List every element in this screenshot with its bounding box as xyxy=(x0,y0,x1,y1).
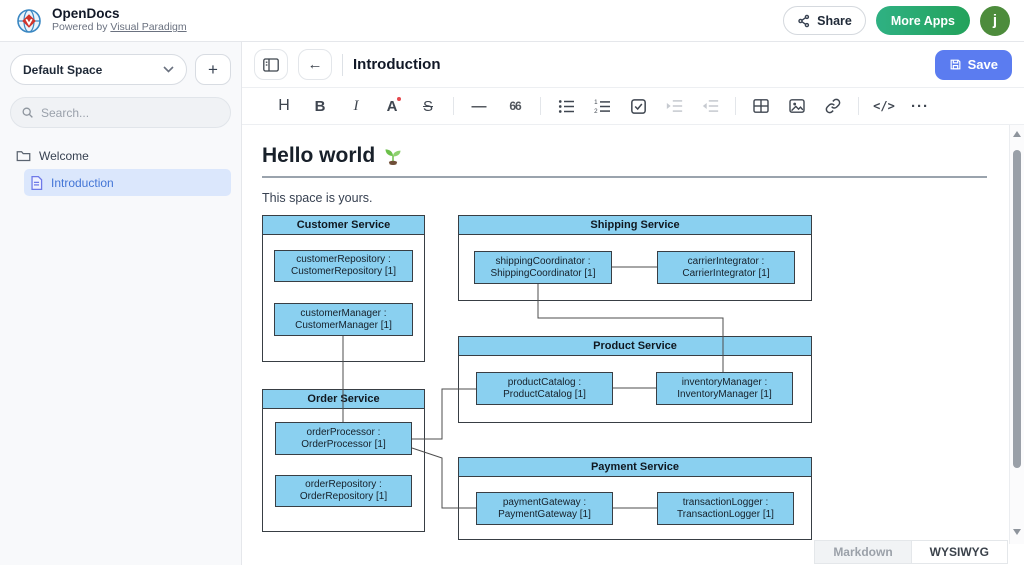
add-space-button[interactable]: + xyxy=(195,54,231,85)
share-button[interactable]: Share xyxy=(783,6,866,35)
task-list-icon xyxy=(631,99,646,114)
folder-icon xyxy=(16,149,31,162)
divider xyxy=(540,97,541,115)
container-customer-service[interactable]: Customer Service xyxy=(262,215,425,362)
task-list-button[interactable] xyxy=(622,93,654,119)
bold-button[interactable]: B xyxy=(304,93,336,119)
text-color-button[interactable]: A xyxy=(376,93,408,119)
node-customer-repository[interactable]: customerRepository : CustomerRepository … xyxy=(274,250,413,282)
vertical-scrollbar[interactable] xyxy=(1009,125,1024,544)
chevron-down-icon xyxy=(163,66,174,73)
back-arrow-icon: ← xyxy=(308,56,323,73)
toggle-sidebar-button[interactable] xyxy=(254,49,288,80)
doc-header: ← Introduction Save xyxy=(242,42,1024,88)
image-icon xyxy=(789,99,805,113)
body-text: This space is yours. xyxy=(262,191,987,205)
divider xyxy=(858,97,859,115)
blockquote-button[interactable]: 66 xyxy=(499,93,531,119)
container-order-service[interactable]: Order Service xyxy=(262,389,425,532)
table-button[interactable] xyxy=(745,93,777,119)
bullet-list-button[interactable] xyxy=(550,93,582,119)
editor-mode-tabs: Markdown WYSIWYG xyxy=(814,540,1008,564)
divider xyxy=(735,97,736,115)
horizontal-rule-button[interactable]: — xyxy=(463,93,495,119)
outdent-button[interactable] xyxy=(694,93,726,119)
node-payment-gateway[interactable]: paymentGateway : PaymentGateway [1] xyxy=(476,492,613,525)
sidebar-item-welcome[interactable]: Welcome xyxy=(10,142,231,169)
heading-button[interactable]: H xyxy=(268,93,300,119)
sidebar: Default Space + xyxy=(0,42,242,565)
more-options-button[interactable]: ··· xyxy=(904,93,936,119)
node-customer-manager[interactable]: customerManager : CustomerManager [1] xyxy=(274,303,413,336)
component-diagram: Customer Service Shipping Service Produc… xyxy=(262,215,813,542)
color-dot xyxy=(397,97,401,101)
search-box[interactable] xyxy=(10,97,231,128)
app-name: OpenDocs xyxy=(52,7,187,22)
divider xyxy=(342,54,343,76)
brand: OpenDocs Powered by Visual Paradigm xyxy=(14,6,187,36)
document-heading: Hello world xyxy=(262,143,987,169)
code-button[interactable]: </> xyxy=(868,93,900,119)
scroll-up-icon[interactable] xyxy=(1013,131,1021,137)
share-icon xyxy=(797,14,811,28)
node-transaction-logger[interactable]: transactionLogger : TransactionLogger [1… xyxy=(657,492,794,525)
page-title: Introduction xyxy=(353,56,440,73)
more-apps-button[interactable]: More Apps xyxy=(876,6,970,35)
node-order-processor[interactable]: orderProcessor : OrderProcessor [1] xyxy=(275,422,412,455)
tab-markdown[interactable]: Markdown xyxy=(814,540,911,564)
table-icon xyxy=(753,99,769,113)
search-icon xyxy=(21,106,34,119)
powered-by: Powered by Visual Paradigm xyxy=(52,22,187,34)
space-selector[interactable]: Default Space xyxy=(10,54,187,85)
link-button[interactable] xyxy=(817,93,849,119)
node-order-repository[interactable]: orderRepository : OrderRepository [1] xyxy=(275,475,412,507)
scrollbar-thumb[interactable] xyxy=(1013,150,1021,468)
panel-icon xyxy=(263,58,279,72)
numbered-list-icon: 1 2 xyxy=(594,99,611,114)
avatar[interactable]: j xyxy=(980,6,1010,36)
heading-rule xyxy=(262,176,987,178)
seedling-emoji xyxy=(383,146,403,166)
italic-button[interactable]: I xyxy=(340,93,372,119)
svg-text:1: 1 xyxy=(594,99,598,106)
node-inventory-manager[interactable]: inventoryManager : InventoryManager [1] xyxy=(656,372,793,405)
save-icon xyxy=(949,58,962,71)
sidebar-item-introduction[interactable]: Introduction xyxy=(24,169,231,196)
indent-button[interactable] xyxy=(658,93,690,119)
node-shipping-coordinator[interactable]: shippingCoordinator : ShippingCoordinato… xyxy=(474,251,612,284)
document-icon xyxy=(30,176,43,190)
search-input[interactable] xyxy=(41,106,220,120)
format-toolbar: H B I A S — 66 1 2 xyxy=(242,88,1024,125)
outdent-icon xyxy=(702,99,719,113)
link-icon xyxy=(825,98,841,114)
page-tree: Welcome Introduction xyxy=(10,142,231,196)
indent-icon xyxy=(666,99,683,113)
node-carrier-integrator[interactable]: carrierIntegrator : CarrierIntegrator [1… xyxy=(657,251,795,284)
visual-paradigm-link[interactable]: Visual Paradigm xyxy=(110,21,186,33)
bullet-list-icon xyxy=(558,99,575,114)
app-logo-icon xyxy=(14,6,44,36)
numbered-list-button[interactable]: 1 2 xyxy=(586,93,618,119)
top-header: OpenDocs Powered by Visual Paradigm Shar… xyxy=(0,0,1024,42)
image-button[interactable] xyxy=(781,93,813,119)
divider xyxy=(453,97,454,115)
back-button[interactable]: ← xyxy=(298,49,332,80)
strikethrough-button[interactable]: S xyxy=(412,93,444,119)
tab-wysiwyg[interactable]: WYSIWYG xyxy=(912,540,1008,564)
scroll-down-icon[interactable] xyxy=(1013,529,1021,535)
node-product-catalog[interactable]: productCatalog : ProductCatalog [1] xyxy=(476,372,613,405)
editor-canvas[interactable]: Hello world This space is yours. xyxy=(242,125,1024,565)
svg-text:2: 2 xyxy=(594,108,598,114)
save-button[interactable]: Save xyxy=(935,50,1012,80)
